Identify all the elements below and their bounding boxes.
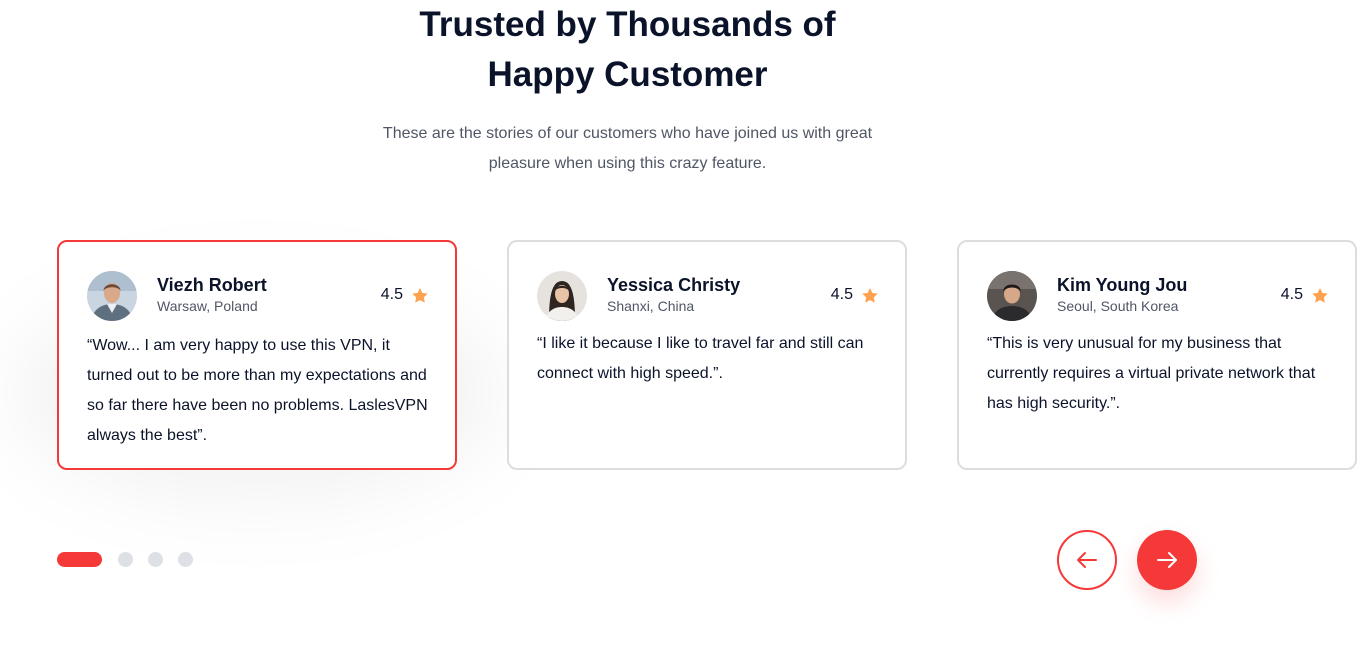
customer-name: Viezh Robert <box>157 275 267 295</box>
section-subtitle-line-1: These are the stories of our customers w… <box>382 125 873 142</box>
section-subtitle: These are the stories of our customers w… <box>0 119 1255 179</box>
testimonial-card[interactable]: Yessica Christy Shanxi, China 4.5 “I lik… <box>507 240 907 470</box>
avatar <box>537 271 587 321</box>
testimonial-card[interactable]: Kim Young Jou Seoul, South Korea 4.5 “Th… <box>957 240 1357 470</box>
pagination-dot[interactable] <box>178 552 193 567</box>
arrow-right-icon <box>1155 548 1179 572</box>
pagination-dot[interactable] <box>148 552 163 567</box>
pagination-dot-active[interactable] <box>57 552 102 567</box>
arrow-left-icon <box>1075 548 1099 572</box>
rating-value: 4.5 <box>380 286 403 303</box>
pagination-dot[interactable] <box>118 552 133 567</box>
testimonial-quote: “Wow... I am very happy to use this VPN,… <box>87 337 428 444</box>
rating-value: 4.5 <box>830 286 853 303</box>
testimonial-card[interactable]: Viezh Robert Warsaw, Poland 4.5 “Wow... … <box>57 240 457 470</box>
customer-location: Seoul, South Korea <box>1057 298 1179 314</box>
section-title-line-2: Happy Customer <box>487 55 768 94</box>
testimonial-quote: “I like it because I like to travel far … <box>537 335 864 382</box>
section-subtitle-line-2: pleasure when using this crazy feature. <box>488 155 767 172</box>
customer-name: Yessica Christy <box>607 275 741 295</box>
avatar <box>87 271 137 321</box>
next-button[interactable] <box>1137 530 1197 590</box>
rating: 4.5 <box>381 286 428 304</box>
section-title: Trusted by Thousands of Happy Customer <box>0 0 1255 100</box>
avatar <box>987 271 1037 321</box>
section-title-line-1: Trusted by Thousands of <box>419 5 836 44</box>
star-icon <box>412 287 428 303</box>
previous-button[interactable] <box>1057 530 1117 590</box>
star-icon <box>862 287 878 303</box>
rating: 4.5 <box>831 286 878 304</box>
customer-location: Warsaw, Poland <box>157 298 258 314</box>
customer-location: Shanxi, China <box>607 298 695 314</box>
customer-name: Kim Young Jou <box>1057 275 1188 295</box>
star-icon <box>1312 287 1328 303</box>
rating: 4.5 <box>1281 286 1328 304</box>
testimonial-quote: “This is very unusual for my business th… <box>987 335 1316 412</box>
testimonials-section: Trusted by Thousands of Happy Customer T… <box>0 0 1357 655</box>
rating-value: 4.5 <box>1280 286 1303 303</box>
